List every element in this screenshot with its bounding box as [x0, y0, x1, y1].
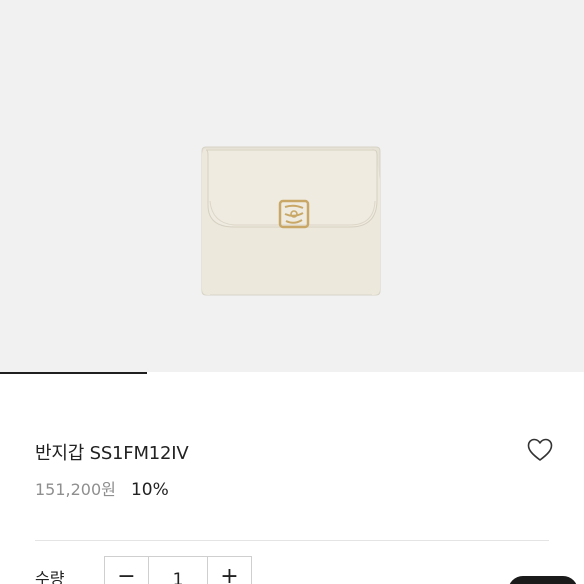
floating-action-button[interactable] [508, 576, 578, 584]
heart-outline-icon[interactable] [527, 438, 553, 462]
product-image[interactable] [0, 0, 584, 374]
product-price: 151,200원 [35, 480, 116, 499]
discount-rate: 10% [130, 480, 169, 500]
product-detail-page: 반지갑 SS1FM12IV 151,200원 10% 수량 − 1 + [0, 0, 584, 584]
quantity-stepper: − 1 + [104, 556, 252, 584]
decrement-button[interactable]: − [105, 557, 148, 584]
carousel-indicator [0, 372, 584, 376]
carousel-indicator-active [0, 372, 147, 374]
quantity-value[interactable]: 1 [148, 557, 208, 584]
increment-button[interactable]: + [208, 557, 251, 584]
divider [35, 540, 549, 541]
price-row: 151,200원 10% [35, 476, 169, 500]
wallet-image [201, 146, 381, 296]
quantity-label: 수량 [35, 569, 65, 584]
product-title: 반지갑 SS1FM12IV [35, 443, 189, 464]
